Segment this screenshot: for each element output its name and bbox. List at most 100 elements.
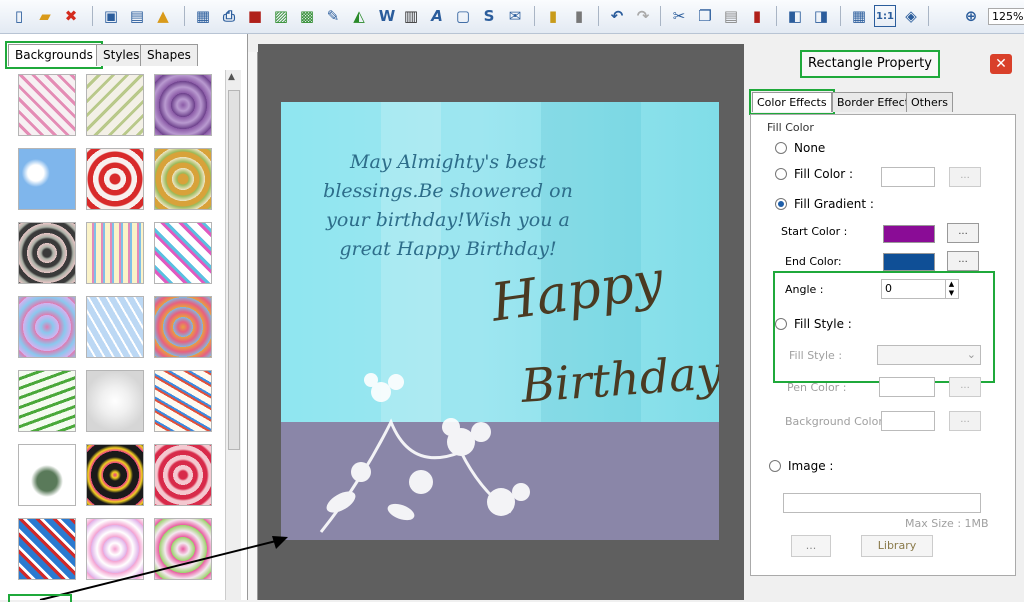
- radio-fill-style[interactable]: Fill Style :: [775, 317, 852, 331]
- image-browse-button[interactable]: ...: [791, 535, 831, 557]
- background-thumbnail[interactable]: [154, 296, 212, 358]
- actual-size-icon[interactable]: 1:1: [874, 5, 896, 27]
- color-effects-body: Fill Color None Fill Color : ... Fill Gr…: [750, 114, 1016, 576]
- highlight-box: [8, 594, 72, 602]
- start-color-swatch[interactable]: [883, 225, 935, 243]
- radio-button[interactable]: [775, 142, 787, 154]
- bring-front-icon[interactable]: ◧: [784, 5, 806, 27]
- background-thumbnail[interactable]: [18, 370, 76, 432]
- pen-color-picker-button[interactable]: ...: [949, 377, 981, 397]
- library-button[interactable]: Library: [861, 535, 933, 557]
- export-icon[interactable]: ▲: [152, 5, 174, 27]
- end-color-picker-button[interactable]: ...: [947, 251, 979, 271]
- pen-color-swatch[interactable]: [879, 377, 935, 397]
- birthday-card[interactable]: May Almighty's best blessings.Be showere…: [281, 102, 719, 540]
- background-thumbnail[interactable]: [18, 74, 76, 136]
- database-settings-icon[interactable]: ▮: [568, 5, 590, 27]
- save-as-icon[interactable]: ▤: [126, 5, 148, 27]
- toolbar-separator: [660, 6, 661, 26]
- fill-color-picker-button[interactable]: ...: [949, 167, 981, 187]
- radio-none[interactable]: None: [775, 141, 825, 155]
- tab-border-effect[interactable]: Border Effect: [832, 92, 915, 112]
- copy-icon[interactable]: ❐: [694, 5, 716, 27]
- radio-button[interactable]: [775, 168, 787, 180]
- background-thumbnail[interactable]: [154, 74, 212, 136]
- background-thumbnail[interactable]: [18, 518, 76, 580]
- pencil-icon[interactable]: ✎: [322, 5, 344, 27]
- page-setup-icon[interactable]: ▦: [192, 5, 214, 27]
- card-message[interactable]: May Almighty's best blessings.Be showere…: [303, 148, 593, 264]
- background-thumbnail[interactable]: [86, 296, 144, 358]
- text-box-icon[interactable]: ▢: [452, 5, 474, 27]
- thumbnail-scrollbar[interactable]: ▲: [225, 70, 241, 600]
- tab-shapes[interactable]: Shapes: [140, 44, 198, 66]
- background-thumbnail[interactable]: [86, 74, 144, 136]
- word-art-icon[interactable]: W: [376, 5, 398, 27]
- background-thumbnail[interactable]: [86, 444, 144, 506]
- background-thumbnail[interactable]: [86, 370, 144, 432]
- text-icon[interactable]: A: [426, 5, 448, 27]
- end-color-label: End Color:: [785, 255, 842, 268]
- close-icon[interactable]: ✖: [60, 5, 82, 27]
- undo-icon[interactable]: ↶: [606, 5, 628, 27]
- print-icon[interactable]: ⎙: [218, 5, 240, 27]
- email-icon[interactable]: ✉: [504, 5, 526, 27]
- open-folder-icon[interactable]: ▰: [34, 5, 56, 27]
- background-thumbnail[interactable]: [154, 444, 212, 506]
- background-color-picker-button[interactable]: ...: [949, 411, 981, 431]
- close-panel-icon[interactable]: ✕: [990, 54, 1012, 74]
- background-thumbnail[interactable]: [86, 518, 144, 580]
- background-thumbnail[interactable]: [18, 148, 76, 210]
- tab-color-effects[interactable]: Color Effects: [749, 89, 835, 115]
- background-thumbnail[interactable]: [86, 222, 144, 284]
- radio-button[interactable]: [769, 460, 781, 472]
- scrollbar-thumb[interactable]: [228, 90, 240, 450]
- grid-icon[interactable]: ▦: [848, 5, 870, 27]
- toolbar-separator: [184, 6, 185, 26]
- delete-page-icon[interactable]: ▨: [270, 5, 292, 27]
- background-thumbnail[interactable]: [154, 518, 212, 580]
- radio-image[interactable]: Image :: [769, 459, 833, 473]
- vertical-ruler: [248, 52, 258, 600]
- fill-color-swatch[interactable]: [881, 167, 935, 187]
- fit-page-icon[interactable]: ◈: [900, 5, 922, 27]
- barcode-icon[interactable]: ▥: [400, 5, 422, 27]
- radio-fill-color[interactable]: Fill Color :: [775, 167, 853, 181]
- shapes-icon[interactable]: ◭: [348, 5, 370, 27]
- toolbar-separator: [534, 6, 535, 26]
- database-icon[interactable]: ▮: [542, 5, 564, 27]
- new-file-icon[interactable]: ▯: [8, 5, 30, 27]
- background-thumbnail[interactable]: [86, 148, 144, 210]
- delete-icon[interactable]: ▮: [746, 5, 768, 27]
- background-thumbnail[interactable]: [18, 296, 76, 358]
- scroll-up-icon[interactable]: ▲: [228, 72, 235, 82]
- print-preview-icon[interactable]: ■: [244, 5, 266, 27]
- angle-spinner-icon[interactable]: ▲ ▼: [945, 280, 957, 298]
- paste-icon[interactable]: ▤: [720, 5, 742, 27]
- fill-style-select[interactable]: ⌄: [877, 345, 981, 365]
- radio-fill-gradient[interactable]: Fill Gradient :: [775, 197, 874, 211]
- radio-button-selected[interactable]: [775, 198, 787, 210]
- signature-icon[interactable]: S: [478, 5, 500, 27]
- max-size-label: Max Size : 1MB: [905, 517, 989, 530]
- tab-others[interactable]: Others: [906, 92, 953, 112]
- background-thumbnail[interactable]: [154, 370, 212, 432]
- insert-image-icon[interactable]: ▩: [296, 5, 318, 27]
- background-thumbnail[interactable]: [154, 222, 212, 284]
- tab-styles[interactable]: Styles: [96, 44, 147, 66]
- zoom-value[interactable]: 125%: [988, 8, 1024, 25]
- send-back-icon[interactable]: ◨: [810, 5, 832, 27]
- start-color-picker-button[interactable]: ...: [947, 223, 979, 243]
- background-thumbnail[interactable]: [18, 444, 76, 506]
- tab-backgrounds[interactable]: Backgrounds: [5, 41, 103, 69]
- zoom-icon[interactable]: ⊕: [960, 5, 982, 27]
- redo-icon[interactable]: ↷: [632, 5, 654, 27]
- radio-button[interactable]: [775, 318, 787, 330]
- background-thumbnail[interactable]: [154, 148, 212, 210]
- background-color-swatch[interactable]: [881, 411, 935, 431]
- save-icon[interactable]: ▣: [100, 5, 122, 27]
- end-color-swatch[interactable]: [883, 253, 935, 271]
- image-path-input[interactable]: [783, 493, 981, 513]
- background-thumbnail[interactable]: [18, 222, 76, 284]
- cut-icon[interactable]: ✂: [668, 5, 690, 27]
